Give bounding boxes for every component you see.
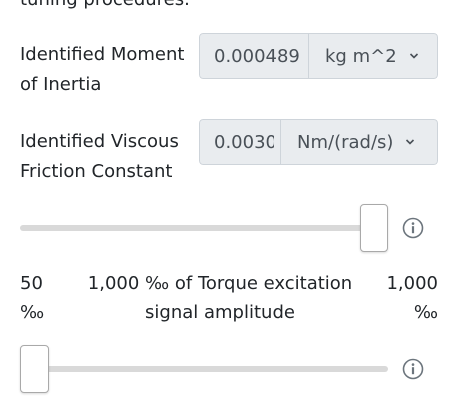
chevron-down-icon (409, 53, 418, 59)
cutoff-paragraph: tuning procedures. (20, 0, 190, 10)
slider-max-unit: ‰ (413, 302, 438, 323)
inertia-unit-select[interactable]: kg m^2 (309, 33, 438, 79)
friction-input-group: Nm/(rad/s) (199, 119, 438, 165)
friction-label: Identified Viscous Friction Constant (20, 131, 179, 182)
inertia-label: Identified Moment of Inertia (20, 44, 185, 95)
slider-min-unit: ‰ (20, 302, 45, 323)
slider-handle[interactable] (20, 345, 49, 393)
friction-unit-label: Nm/(rad/s) (297, 131, 394, 153)
inertia-value-input[interactable] (199, 33, 309, 79)
slider-track[interactable] (20, 366, 388, 372)
friction-value-input[interactable] (199, 119, 281, 165)
slider-handle[interactable] (360, 204, 388, 252)
friction-unit-select[interactable]: Nm/(rad/s) (281, 119, 438, 165)
slider-title: 1,000 ‰ of Torque excitation signal ampl… (87, 273, 353, 323)
info-icon[interactable] (402, 358, 424, 380)
chevron-down-icon (406, 139, 415, 145)
slider-max-label: 1,000 (386, 273, 438, 294)
info-icon[interactable] (402, 217, 424, 239)
inertia-input-group: kg m^2 (199, 33, 438, 79)
inertia-unit-label: kg m^2 (325, 45, 397, 67)
slider-min-label: 50 (20, 273, 43, 294)
slider-track[interactable] (20, 225, 380, 231)
